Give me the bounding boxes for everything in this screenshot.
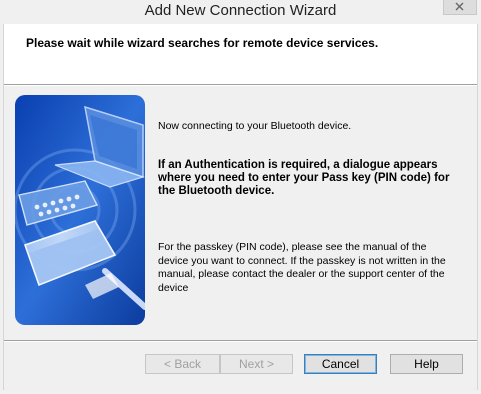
laptop-connector-icon xyxy=(15,95,145,325)
help-button[interactable]: Help xyxy=(390,354,463,374)
window-title: Add New Connection Wizard xyxy=(144,2,337,19)
title-bar: Add New Connection Wizard xyxy=(0,0,481,24)
passkey-help-text: For the passkey (PIN code), please see t… xyxy=(158,241,446,294)
header-instruction: Please wait while wizard searches for re… xyxy=(26,36,379,50)
bluetooth-wizard-illustration xyxy=(15,95,145,325)
back-button[interactable]: < Back xyxy=(145,354,220,374)
window-bottom-edge xyxy=(0,390,481,394)
wizard-header: Please wait while wizard searches for re… xyxy=(4,24,477,84)
footer-divider-highlight xyxy=(4,341,477,342)
status-text: Now connecting to your Bluetooth device. xyxy=(158,120,352,132)
header-divider-highlight xyxy=(4,85,477,86)
close-icon xyxy=(455,2,464,11)
authentication-notice: If an Authentication is required, a dial… xyxy=(158,159,450,197)
close-button[interactable] xyxy=(443,0,477,15)
next-button[interactable]: Next > xyxy=(220,354,293,374)
cancel-button[interactable]: Cancel xyxy=(304,354,377,374)
wizard-panel: Please wait while wizard searches for re… xyxy=(3,24,478,390)
